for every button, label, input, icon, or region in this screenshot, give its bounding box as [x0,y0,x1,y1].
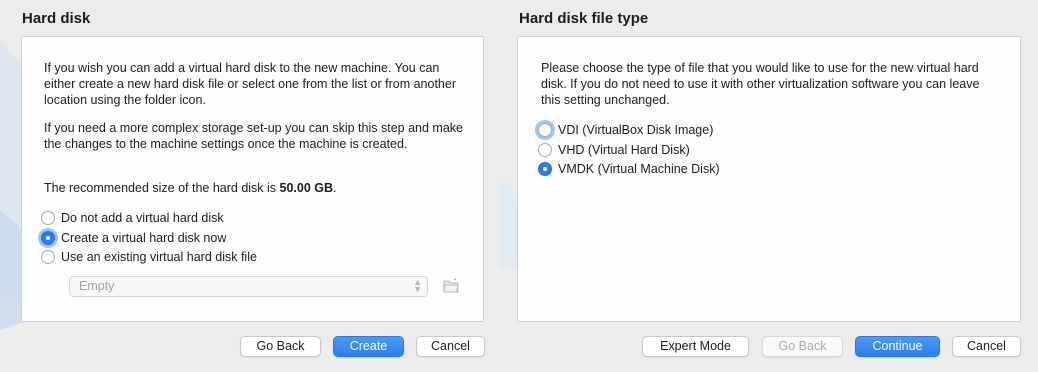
radio-label: VDI (VirtualBox Disk Image) [558,123,714,137]
radio-label: Use an existing virtual hard disk file [61,250,257,264]
select-value: Empty [79,279,115,293]
go-back-button[interactable]: Go Back [762,336,843,357]
hard-disk-pane: Hard disk If you wish you can add a virt… [0,0,500,372]
radio-existing-disk[interactable]: Use an existing virtual hard disk file [41,250,257,264]
radio-create-disk[interactable]: Create a virtual hard disk now [41,231,226,245]
recommended-size-text: The recommended size of the hard disk is… [44,180,464,196]
create-button[interactable]: Create [333,336,404,357]
radio-button[interactable] [41,231,55,245]
radio-vdi[interactable]: VDI (VirtualBox Disk Image) [538,123,713,137]
radio-label: Do not add a virtual hard disk [61,211,224,225]
up-down-chevron-icon: ▲ ▼ [413,277,422,294]
recommended-size-prefix: The recommended size of the hard disk is [44,181,280,195]
recommended-size-value: 50.00 GB [279,181,334,195]
storage-paragraph: If you need a more complex storage set-u… [44,121,463,151]
radio-no-disk[interactable]: Do not add a virtual hard disk [41,211,224,225]
file-type-pane: Hard disk file type Please choose the ty… [500,0,1038,372]
radio-button[interactable] [41,211,55,225]
radio-label: VHD (Virtual Hard Disk) [558,143,690,157]
cancel-button[interactable]: Cancel [952,336,1021,357]
page-title: Hard disk file type [519,10,649,27]
file-type-paragraph: Please choose the type of file that you … [541,61,980,107]
continue-button[interactable]: Continue [855,336,940,357]
existing-disk-select[interactable]: Empty ▲ ▼ [69,276,428,297]
go-back-button[interactable]: Go Back [240,336,321,357]
radio-label: VMDK (Virtual Machine Disk) [558,162,720,176]
radio-button[interactable] [538,143,552,157]
expert-mode-button[interactable]: Expert Mode [642,336,749,357]
page-title: Hard disk [22,10,91,27]
radio-button[interactable] [41,250,55,264]
intro-paragraph: If you wish you can add a virtual hard d… [44,61,456,107]
radio-label: Create a virtual hard disk now [61,231,227,245]
radio-vmdk[interactable]: VMDK (Virtual Machine Disk) [538,162,720,176]
recommended-size-suffix: . [333,181,337,195]
radio-vhd[interactable]: VHD (Virtual Hard Disk) [538,143,690,157]
radio-button[interactable] [538,162,552,176]
cancel-button[interactable]: Cancel [416,336,485,357]
radio-button[interactable] [538,123,552,137]
folder-open-icon[interactable] [442,277,460,294]
